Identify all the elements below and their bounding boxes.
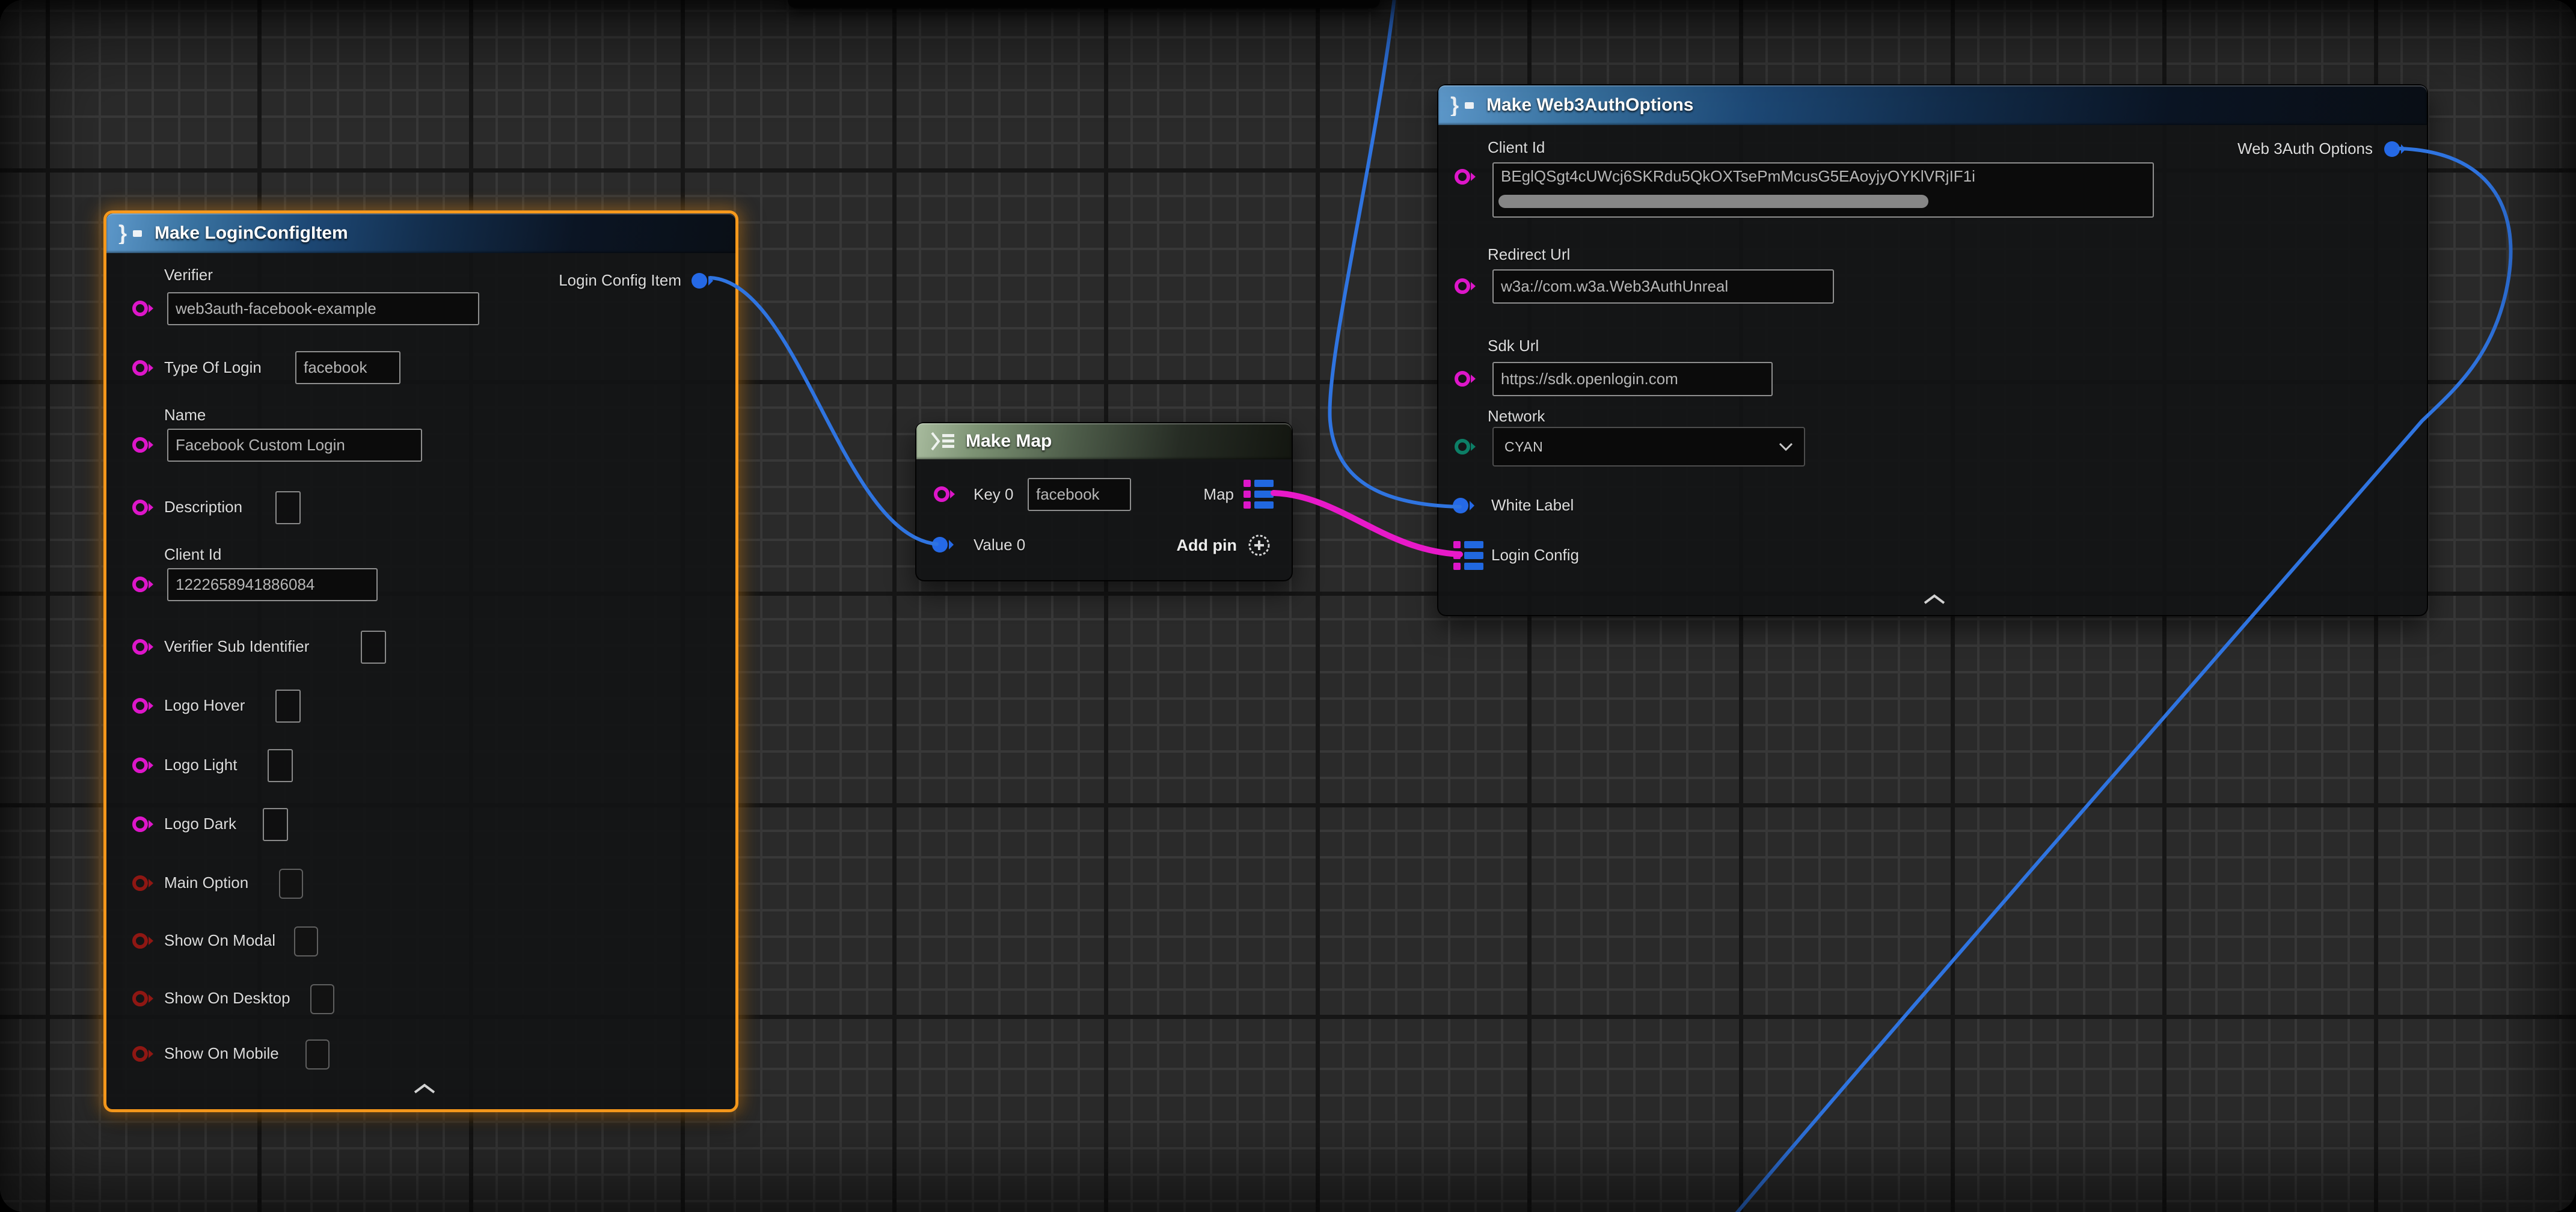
offscreen-node-top[interactable]	[788, 0, 1380, 8]
pin-label-client-id: Client Id	[1488, 138, 1545, 156]
pin-logo-dark[interactable]	[132, 813, 155, 835]
show-on-mobile-checkbox[interactable]	[305, 1039, 330, 1070]
chevron-down-icon	[1779, 442, 1793, 451]
network-dropdown[interactable]: CYAN	[1492, 427, 1805, 467]
make-struct-icon: }	[118, 222, 145, 244]
show-on-desktop-checkbox[interactable]	[310, 984, 334, 1014]
pin-label-client-id: Client Id	[164, 545, 221, 563]
pin-label-logo-light: Logo Light	[164, 756, 237, 774]
node-make-web3authoptions[interactable]: } Make Web3AuthOptions Web 3Auth Options…	[1437, 84, 2428, 616]
client-id-scrollbar[interactable]	[1498, 195, 1928, 208]
pin-label-type-of-login: Type Of Login	[164, 358, 262, 376]
redirect-url-input[interactable]: w3a://com.w3a.Web3AuthUnreal	[1492, 269, 1834, 304]
make-struct-icon: }	[1450, 94, 1477, 116]
pin-logo-hover[interactable]	[132, 695, 155, 717]
pin-show-on-mobile[interactable]	[132, 1043, 155, 1065]
pin-name[interactable]	[132, 434, 155, 456]
client-id-input[interactable]: 1222658941886084	[167, 568, 378, 601]
pin-label-login-config: Login Config	[1491, 546, 1579, 564]
svg-text:}: }	[1450, 94, 1459, 116]
pin-verifier-sub-identifier[interactable]	[132, 636, 155, 658]
pin-label-show-on-desktop: Show On Desktop	[164, 989, 290, 1007]
wire-loginconfigitem-to-map-value0[interactable]	[710, 278, 937, 544]
node-header-make-map[interactable]: Make Map	[916, 423, 1292, 459]
pin-type-of-login[interactable]	[132, 357, 155, 379]
pin-label-network: Network	[1488, 407, 1545, 425]
description-input[interactable]	[275, 491, 301, 524]
pin-description[interactable]	[132, 497, 155, 518]
pin-client-id[interactable]	[132, 574, 155, 595]
svg-text:}: }	[118, 222, 127, 244]
pin-label-name: Name	[164, 406, 206, 424]
logo-light-input[interactable]	[268, 749, 293, 782]
show-on-modal-checkbox[interactable]	[294, 926, 318, 956]
pin-redirect-url[interactable]	[1454, 275, 1477, 297]
pin-label-logo-hover: Logo Hover	[164, 696, 245, 714]
verifier-sub-identifier-input[interactable]	[361, 631, 386, 664]
pin-label-show-on-mobile: Show On Mobile	[164, 1044, 279, 1062]
sdk-url-input[interactable]: https://sdk.openlogin.com	[1492, 362, 1773, 396]
pin-logo-light[interactable]	[132, 754, 155, 776]
name-input[interactable]: Facebook Custom Login	[167, 429, 422, 462]
logo-hover-input[interactable]	[275, 690, 301, 723]
main-option-checkbox[interactable]	[279, 869, 303, 899]
add-pin-label: Add pin	[1177, 536, 1237, 555]
pin-label-verifier: Verifier	[164, 266, 213, 284]
logo-dark-input[interactable]	[263, 808, 288, 841]
pin-label-sdk-url: Sdk Url	[1488, 337, 1539, 355]
pin-verifier[interactable]	[132, 298, 155, 319]
node-title: Make Map	[966, 431, 1052, 451]
pin-value-0[interactable]	[931, 534, 954, 556]
pin-show-on-desktop[interactable]	[132, 988, 155, 1009]
pin-show-on-modal[interactable]	[132, 930, 155, 952]
add-pin-button[interactable]: Add pin	[1177, 533, 1272, 558]
collapse-node-chevron-icon[interactable]	[1921, 593, 1948, 605]
network-dropdown-value: CYAN	[1504, 439, 1543, 455]
pin-label-description: Description	[164, 498, 242, 516]
wire-map-to-login-config[interactable]	[1274, 493, 1460, 554]
pin-login-config-item-output[interactable]	[691, 270, 714, 292]
pin-web3auth-options-output[interactable]	[2384, 138, 2406, 160]
verifier-input[interactable]: web3auth-facebook-example	[167, 292, 479, 325]
pin-label-map-output: Map	[1203, 485, 1234, 503]
pin-map-output[interactable]	[1244, 480, 1275, 509]
pin-label-login-config-item: Login Config Item	[559, 271, 681, 289]
collapse-node-chevron-icon[interactable]	[411, 1082, 438, 1094]
blueprint-graph-canvas[interactable]: } Make LoginConfigItem Login Config Item…	[0, 0, 2576, 1212]
pin-label-value-0: Value 0	[974, 536, 1025, 554]
node-make-map[interactable]: Make Map Key 0 facebook Map Value 0 Add …	[915, 422, 1293, 581]
pin-label-web3auth-options: Web 3Auth Options	[2237, 139, 2373, 158]
pin-white-label[interactable]	[1452, 495, 1475, 516]
pin-label-main-option: Main Option	[164, 874, 248, 892]
client-id-input[interactable]: BEglQSgt4cUWcj6SKRdu5QkOXTsePmMcusG5EAoy…	[1492, 162, 2154, 218]
pin-key-0[interactable]	[933, 483, 956, 505]
node-header-make-web3authoptions[interactable]: } Make Web3AuthOptions	[1438, 85, 2427, 125]
node-title: Make LoginConfigItem	[155, 223, 348, 243]
add-pin-icon	[1247, 533, 1272, 558]
key-0-input[interactable]: facebook	[1028, 478, 1131, 511]
make-map-icon	[928, 431, 956, 451]
pin-login-config[interactable]	[1453, 541, 1485, 570]
type-of-login-input[interactable]: facebook	[295, 351, 400, 384]
node-header-make-loginconfigitem[interactable]: } Make LoginConfigItem	[106, 213, 735, 253]
node-make-loginconfigitem[interactable]: } Make LoginConfigItem Login Config Item…	[103, 210, 738, 1112]
pin-label-verifier-sub-identifier: Verifier Sub Identifier	[164, 637, 309, 655]
pin-main-option[interactable]	[132, 872, 155, 894]
pin-label-key-0: Key 0	[974, 485, 1014, 503]
pin-sdk-url[interactable]	[1454, 368, 1477, 390]
pin-label-logo-dark: Logo Dark	[164, 815, 236, 833]
pin-label-redirect-url: Redirect Url	[1488, 245, 1570, 263]
pin-client-id[interactable]	[1454, 166, 1477, 188]
node-title: Make Web3AuthOptions	[1486, 95, 1693, 115]
pin-label-show-on-modal: Show On Modal	[164, 931, 275, 949]
pin-network[interactable]	[1454, 436, 1477, 458]
pin-label-white-label: White Label	[1491, 496, 1574, 514]
